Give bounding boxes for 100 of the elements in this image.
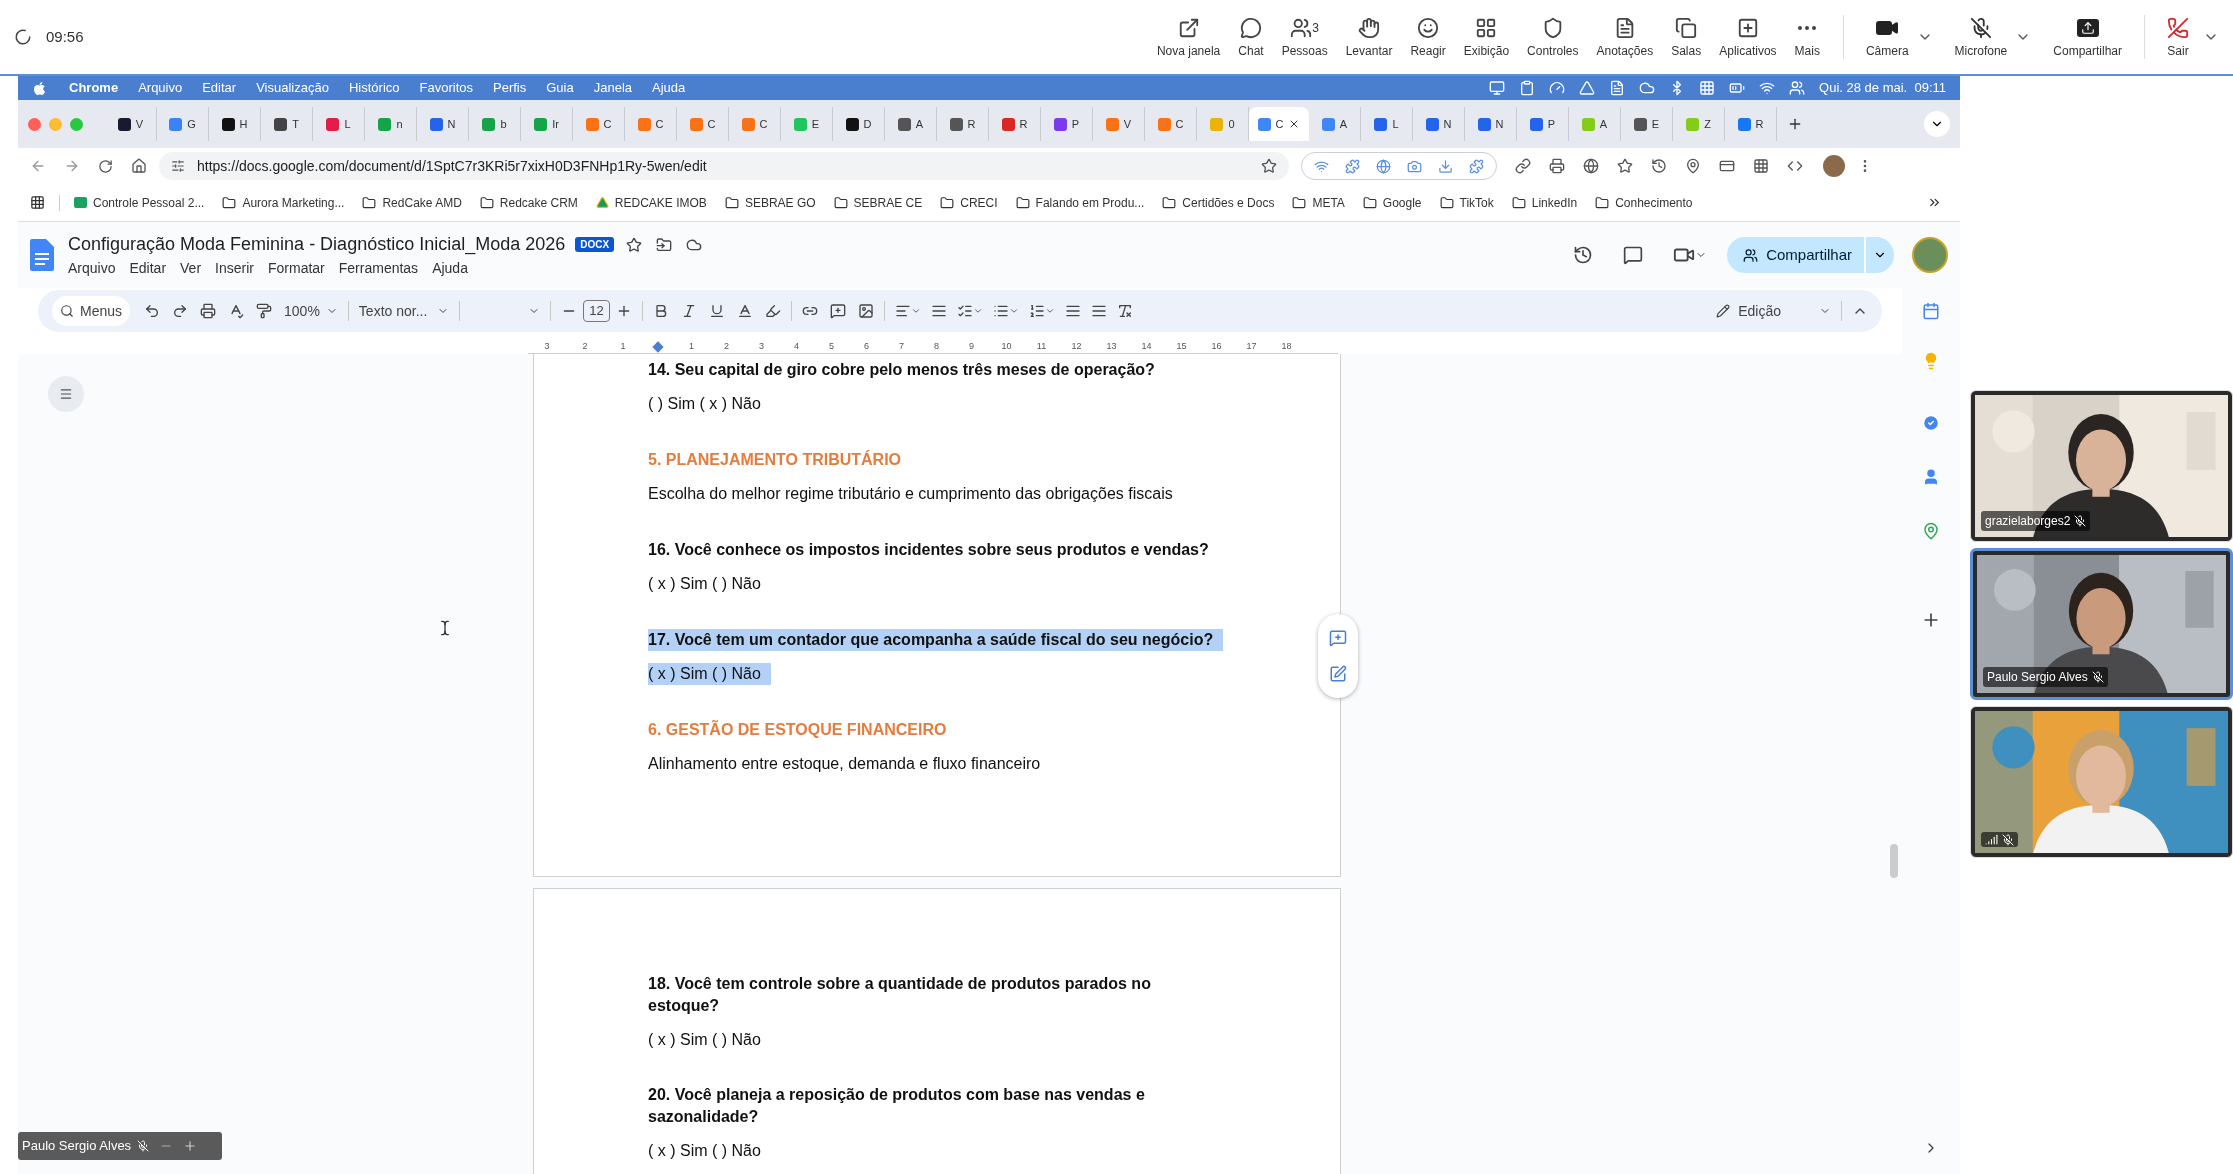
history-icon[interactable] bbox=[1651, 158, 1667, 174]
new-tab-icon[interactable] bbox=[1787, 116, 1803, 132]
bookmark-item[interactable]: Google bbox=[1362, 193, 1422, 212]
address-bar[interactable]: https://docs.google.com/document/d/1SptC7r3KRi5r7xixH0D3FNHp1Ry-5wen/edit bbox=[159, 152, 1289, 180]
browser-tab[interactable]: N bbox=[417, 107, 469, 141]
back-icon[interactable] bbox=[30, 158, 46, 174]
font-size-field[interactable]: 12 bbox=[583, 300, 610, 322]
forward-icon[interactable] bbox=[64, 158, 80, 174]
bookmark-item[interactable]: RedCake AMD bbox=[362, 193, 462, 212]
menu-item[interactable]: Formatar bbox=[267, 258, 325, 279]
meeting-control-button[interactable]: Chat bbox=[1229, 14, 1273, 60]
meeting-control-button[interactable]: Reagir bbox=[1401, 14, 1455, 60]
qr-icon[interactable] bbox=[1753, 158, 1769, 174]
caret-icon[interactable] bbox=[972, 306, 983, 316]
meeting-control-button[interactable]: Aplicativos bbox=[1710, 14, 1786, 60]
zoom-dropdown[interactable]: 100% bbox=[284, 300, 338, 322]
menu-item[interactable]: Favoritos bbox=[419, 78, 473, 98]
browser-tab[interactable]: A bbox=[1569, 107, 1621, 141]
printer-icon[interactable] bbox=[1549, 158, 1565, 174]
menu-item[interactable]: Visualização bbox=[256, 78, 329, 98]
browser-tab[interactable]: C bbox=[573, 107, 625, 141]
browser-tab[interactable]: V bbox=[1093, 107, 1145, 141]
site-settings-icon[interactable] bbox=[171, 159, 185, 173]
grid-icon[interactable] bbox=[1699, 80, 1716, 96]
paint-format-icon[interactable] bbox=[256, 303, 273, 319]
bookmark-item[interactable]: META bbox=[1292, 193, 1345, 212]
download-icon[interactable] bbox=[1438, 158, 1453, 174]
move-folder-icon[interactable] bbox=[656, 236, 673, 253]
browser-tab[interactable]: n bbox=[365, 107, 417, 141]
expand-icon[interactable] bbox=[183, 1139, 198, 1153]
suggest-edit-icon[interactable] bbox=[1329, 665, 1347, 683]
microphone-button[interactable]: Microfone bbox=[1946, 14, 2016, 60]
reload-icon[interactable] bbox=[98, 158, 113, 174]
document-title[interactable]: Configuração Moda Feminina - Diagnóstico Inicial_Moda 2026 bbox=[68, 231, 566, 258]
calendar-icon[interactable] bbox=[1922, 302, 1940, 320]
camera-icon[interactable] bbox=[1407, 158, 1422, 174]
browser-tab[interactable]: D bbox=[833, 107, 885, 141]
star-icon[interactable] bbox=[626, 236, 643, 253]
browser-tab[interactable]: C bbox=[729, 107, 781, 141]
browser-tab[interactable]: T bbox=[261, 107, 313, 141]
triangle-icon[interactable] bbox=[1579, 80, 1596, 96]
scrollbar-thumb[interactable] bbox=[1890, 844, 1898, 878]
align-icon[interactable] bbox=[894, 303, 911, 319]
add-comment-icon[interactable] bbox=[829, 303, 846, 319]
browser-tab[interactable]: C bbox=[677, 107, 729, 141]
underline-icon[interactable] bbox=[708, 303, 725, 319]
menu-item[interactable]: Perfis bbox=[493, 78, 527, 98]
tab-list-button[interactable] bbox=[1924, 111, 1950, 137]
maps-icon[interactable] bbox=[1922, 522, 1940, 540]
version-history-icon[interactable] bbox=[1573, 245, 1594, 265]
translate-icon[interactable] bbox=[1583, 158, 1599, 174]
menu-item[interactable]: Ver bbox=[180, 258, 202, 279]
card-icon[interactable] bbox=[1719, 158, 1735, 174]
camera-button[interactable]: Câmera bbox=[1857, 14, 1917, 60]
meeting-control-button[interactable]: Levantar bbox=[1336, 14, 1402, 60]
bookmark-item[interactable]: TikTok bbox=[1439, 193, 1494, 212]
outline-button[interactable] bbox=[48, 376, 84, 412]
text-color-icon[interactable] bbox=[736, 303, 753, 319]
style-dropdown[interactable]: Texto nor... bbox=[358, 300, 450, 322]
puzzle-icon[interactable] bbox=[1345, 158, 1360, 174]
browser-tab[interactable]: C bbox=[1145, 107, 1197, 141]
code-icon[interactable] bbox=[1787, 158, 1803, 174]
bookmark-item[interactable]: SEBRAE GO bbox=[724, 193, 816, 212]
bookmark-item[interactable]: LinkedIn bbox=[1511, 193, 1578, 212]
pin-icon[interactable] bbox=[1685, 158, 1701, 174]
browser-tab[interactable]: A bbox=[1309, 107, 1361, 141]
browser-tab[interactable]: R bbox=[989, 107, 1041, 141]
meeting-control-button[interactable]: Exibição bbox=[1454, 14, 1519, 60]
bookmark-item[interactable]: Certidões e Docs bbox=[1162, 193, 1275, 212]
home-icon[interactable] bbox=[131, 158, 147, 174]
bookmark-item[interactable]: CRECI bbox=[940, 193, 998, 212]
bookmark-item[interactable]: Aurora Marketing... bbox=[222, 193, 345, 212]
bulleted-list-icon[interactable] bbox=[992, 303, 1009, 319]
bookmark-item[interactable]: Conhecimento bbox=[1595, 193, 1693, 212]
apple-icon[interactable] bbox=[32, 80, 47, 96]
browser-tab[interactable]: P bbox=[1041, 107, 1093, 141]
clipboard-icon[interactable] bbox=[1519, 80, 1536, 96]
menu-item[interactable]: Arquivo bbox=[138, 78, 183, 98]
contacts-icon[interactable] bbox=[1922, 468, 1940, 486]
comments-icon[interactable] bbox=[1623, 245, 1644, 265]
spellcheck-icon[interactable] bbox=[228, 303, 245, 319]
cloud-icon[interactable] bbox=[1639, 80, 1656, 96]
star-icon[interactable] bbox=[1617, 158, 1633, 174]
bookmark-item[interactable]: Falando em Produ... bbox=[1015, 193, 1145, 212]
add-comment-icon[interactable] bbox=[1329, 629, 1347, 647]
browser-tab[interactable]: b bbox=[469, 107, 521, 141]
account-avatar[interactable] bbox=[1912, 237, 1948, 273]
browser-tab[interactable]: L bbox=[1361, 107, 1413, 141]
browser-tab[interactable]: C bbox=[1249, 107, 1309, 141]
browser-tab[interactable]: Ir bbox=[521, 107, 573, 141]
bookmark-item[interactable]: REDCAKE IMOB bbox=[595, 193, 707, 212]
bookmark-item[interactable]: Redcake CRM bbox=[479, 193, 578, 212]
tasks-icon[interactable] bbox=[1922, 414, 1940, 432]
share-screen-button[interactable]: Compartilhar bbox=[2045, 14, 2130, 60]
browser-tab[interactable]: P bbox=[1517, 107, 1569, 141]
browser-tab[interactable]: V bbox=[105, 107, 157, 141]
highlight-icon[interactable] bbox=[764, 303, 781, 319]
caret-icon[interactable] bbox=[910, 306, 921, 316]
image-icon[interactable] bbox=[857, 303, 874, 319]
menus-search-button[interactable]: Menus bbox=[52, 296, 131, 326]
